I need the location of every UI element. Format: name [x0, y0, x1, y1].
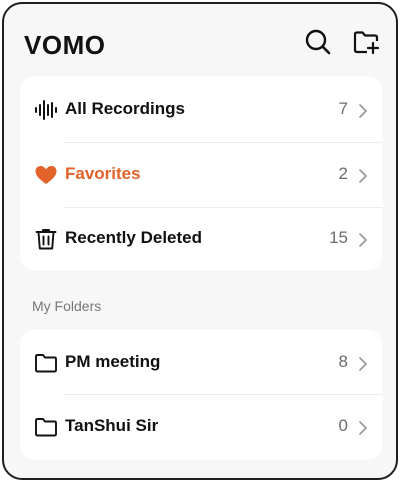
chevron-right-icon [359, 357, 367, 371]
header: VOMO [4, 4, 396, 80]
row-count: 15 [329, 228, 348, 247]
section-label-my-folders: My Folders [32, 298, 102, 314]
search-icon[interactable] [304, 28, 332, 56]
row-all-recordings[interactable]: All Recordings 7 [20, 78, 382, 142]
row-label: Recently Deleted [65, 228, 202, 247]
waveform-icon [35, 100, 57, 120]
row-count: 7 [338, 99, 348, 118]
row-recently-deleted[interactable]: Recently Deleted 15 [20, 207, 382, 271]
row-count: 2 [338, 164, 348, 183]
chevron-right-icon [359, 233, 367, 247]
row-label: Favorites [65, 164, 141, 183]
row-count: 8 [338, 352, 348, 371]
app-title: VOMO [24, 30, 106, 60]
row-count: 0 [338, 416, 348, 435]
chevron-right-icon [359, 421, 367, 435]
heart-icon [35, 166, 57, 184]
chevron-right-icon [359, 104, 367, 118]
row-folder-tanshui-sir[interactable]: TanShui Sir 0 [20, 395, 382, 459]
chevron-right-icon [359, 169, 367, 183]
folder-icon [35, 418, 57, 437]
trash-icon [35, 229, 57, 250]
row-favorites[interactable]: Favorites 2 [20, 143, 382, 207]
folder-icon [35, 354, 57, 373]
folder-add-icon[interactable] [352, 28, 380, 56]
app-window: VOMO All Recordings 7 Favorites 2 Recent… [2, 2, 398, 480]
row-label: PM meeting [65, 352, 161, 371]
row-folder-pm-meeting[interactable]: PM meeting 8 [20, 331, 382, 395]
row-label: TanShui Sir [65, 416, 159, 435]
row-label: All Recordings [65, 99, 185, 118]
library-card: All Recordings 7 Favorites 2 Recently De… [20, 76, 382, 270]
folders-card: PM meeting 8 TanShui Sir 0 [20, 330, 382, 460]
